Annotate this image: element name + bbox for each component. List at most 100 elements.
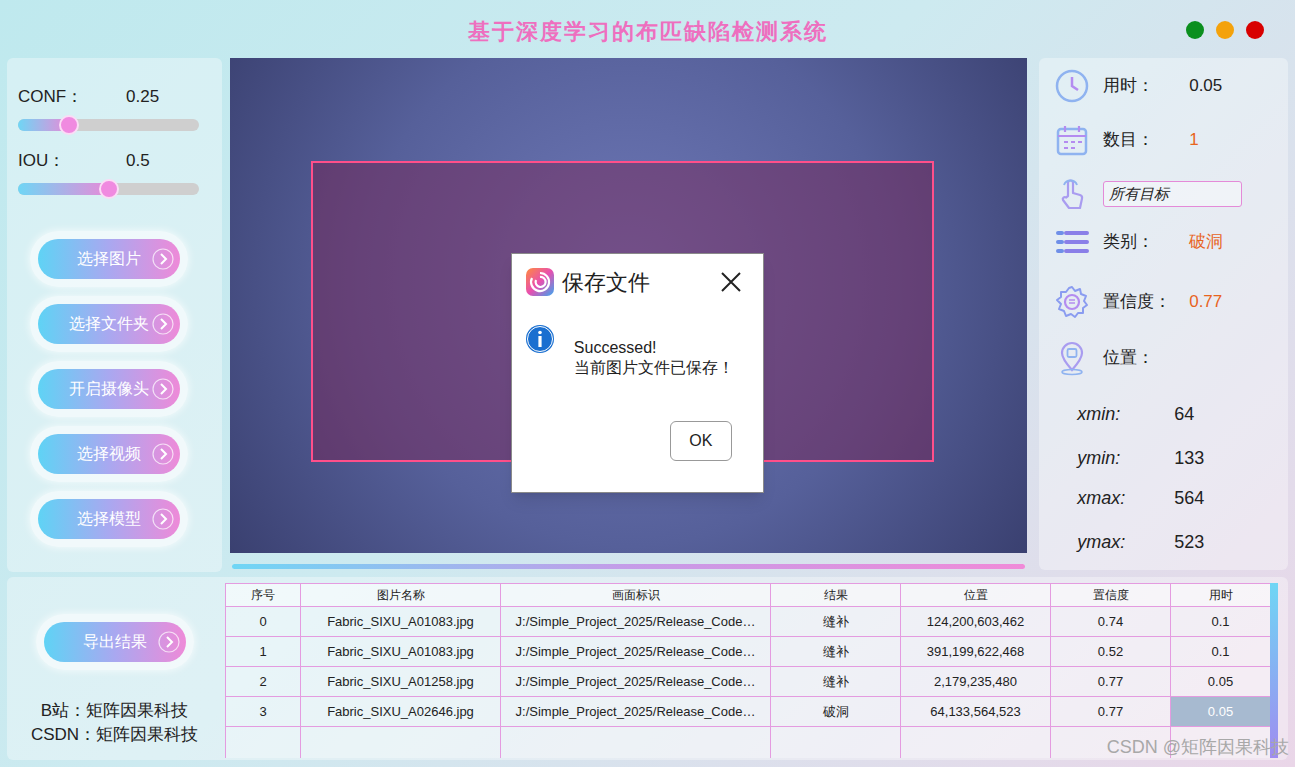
credit-csdn: CSDN：矩阵因果科技 [31, 723, 198, 747]
table-cell[interactable]: 0.52 [1051, 637, 1171, 667]
action-button[interactable]: 选择文件夹 [30, 296, 188, 352]
list-icon [1054, 224, 1090, 260]
count-label: 数目： [1103, 127, 1189, 153]
slider-group: IOU：0.5 [18, 149, 211, 195]
column-header[interactable]: 结果 [771, 584, 901, 607]
table-cell[interactable]: 3 [226, 697, 301, 727]
button-label: 选择视频 [66, 442, 152, 466]
table-cell[interactable]: 0.77 [1051, 697, 1171, 727]
result-panel: 用时： 0.05 数目： 1 所有目标 类别： 破洞 置信度： 0.77 位置：… [1039, 58, 1288, 570]
close-icon[interactable] [720, 271, 742, 293]
table-cell[interactable]: 缝补 [771, 607, 901, 637]
cell-text: 破洞 [823, 702, 849, 722]
progress-fill [232, 564, 1025, 569]
slider-label: IOU： [18, 148, 126, 174]
window-control-dot[interactable] [1186, 21, 1204, 39]
slider-track[interactable] [18, 119, 199, 131]
column-header[interactable]: 图片名称 [301, 584, 501, 607]
table-cell[interactable]: 1 [226, 637, 301, 667]
table-row[interactable]: 2 Fabric_SIXU_A01258.jpg J:/Simple_Project… [226, 667, 1270, 697]
table-cell[interactable]: 2,179,235,480 [901, 667, 1051, 697]
window-control-dot[interactable] [1216, 21, 1234, 39]
chevron-icon [152, 443, 174, 465]
gear-icon [1054, 284, 1090, 320]
coord-row: ymin:133 [1077, 438, 1288, 478]
cell-text: Fabric_SIXU_A01083.jpg [327, 642, 474, 662]
table-cell[interactable]: 64,133,564,523 [901, 697, 1051, 727]
table-cell[interactable]: 0.74 [1051, 607, 1171, 637]
cell-text: 缝补 [823, 672, 849, 692]
table-row[interactable]: 3 Fabric_SIXU_A02646.jpgJ:/Simple_Project… [226, 697, 1270, 727]
table-row[interactable]: 1 Fabric_SIXU_A01083.jpg J:/Simple_Project… [226, 637, 1270, 667]
coord-value: 564 [1174, 485, 1204, 512]
table-cell[interactable]: 缝补 [771, 667, 901, 697]
coord-row: ymax:523 [1077, 522, 1288, 562]
count-value: 1 [1189, 127, 1198, 153]
pointer-icon [1054, 176, 1090, 212]
action-button[interactable]: 选择图片 [30, 231, 188, 287]
table-cell[interactable]: 0.1 [1171, 607, 1271, 637]
table-cell[interactable]: 2 [226, 667, 301, 697]
scrollbar[interactable] [1270, 583, 1278, 758]
table-cell[interactable]: Fabric_SIXU_A01083.jpg [301, 607, 501, 637]
title-bar: 基于深度学习的布匹缺陷检测系统 [0, 0, 1295, 56]
table-row[interactable]: 0 Fabric_SIXU_A01083.jpg J:/Simple_Project… [226, 607, 1270, 637]
table-cell[interactable]: 0.05 [1171, 667, 1271, 697]
cell-text: 0.74 [1098, 612, 1123, 632]
table-cell[interactable]: 破洞 [771, 697, 901, 727]
table-cell[interactable]: J:/Simple_Project_2025/Release_Code… [501, 697, 771, 727]
column-header[interactable]: 画面标识 [501, 584, 771, 607]
cell-text: J:/Simple_Project_2025/Release_Code… [516, 612, 756, 632]
table-cell[interactable]: J:/Simple_Project_2025/Release_Code… [501, 667, 771, 697]
table-cell[interactable]: 0.05 [1171, 697, 1271, 727]
action-button[interactable]: 选择视频 [30, 426, 188, 482]
slider-thumb[interactable] [59, 115, 79, 135]
clock-icon [1054, 68, 1090, 104]
ok-button[interactable]: OK [670, 421, 732, 461]
cell-text: 391,199,622,468 [927, 642, 1025, 662]
app-title: 基于深度学习的布匹缺陷检测系统 [468, 9, 828, 48]
info-icon [525, 324, 555, 354]
target-select[interactable]: 所有目标 [1103, 181, 1242, 207]
cell-text: Fabric_SIXU_A01258.jpg [327, 672, 474, 692]
table-cell[interactable]: J:/Simple_Project_2025/Release_Code… [501, 607, 771, 637]
button-label: 选择图片 [66, 247, 152, 271]
slider-value: 0.5 [126, 148, 150, 174]
window-control-dot[interactable] [1246, 21, 1264, 39]
time-value: 0.05 [1189, 73, 1222, 99]
table-cell[interactable]: 0 [226, 607, 301, 637]
confidence-value: 0.77 [1189, 289, 1222, 315]
dialog-message: 当前图片文件已保存！ [574, 358, 734, 378]
column-header[interactable]: 置信度 [1051, 584, 1171, 607]
cell-text: 64,133,564,523 [930, 702, 1020, 722]
slider-thumb[interactable] [99, 179, 119, 199]
action-button[interactable]: 开启摄像头 [30, 361, 188, 417]
chevron-icon [158, 631, 180, 653]
cell-text: 3 [259, 702, 266, 722]
table-cell[interactable]: 391,199,622,468 [901, 637, 1051, 667]
button-label: 开启摄像头 [66, 377, 152, 401]
slider-label: CONF： [18, 84, 126, 110]
table-cell[interactable]: 0.77 [1051, 667, 1171, 697]
table-cell[interactable]: Fabric_SIXU_A02646.jpg [301, 697, 501, 727]
action-button[interactable]: 选择模型 [30, 491, 188, 547]
cell-text: J:/Simple_Project_2025/Release_Code… [516, 642, 756, 662]
button-label: 导出结果 [72, 630, 158, 654]
coord-row: xmin:64 [1077, 394, 1288, 434]
export-button[interactable]: 导出结果 [36, 614, 194, 670]
class-value: 破洞 [1189, 229, 1223, 255]
watermark: CSDN @矩阵因果科技 [1107, 734, 1289, 761]
table-cell[interactable]: J:/Simple_Project_2025/Release_Code… [501, 637, 771, 667]
coord-value: 523 [1174, 529, 1204, 556]
column-header[interactable]: 序号 [226, 584, 301, 607]
table-cell[interactable]: Fabric_SIXU_A01083.jpg [301, 637, 501, 667]
cell-text: 0 [259, 612, 266, 632]
table-cell[interactable]: 缝补 [771, 637, 901, 667]
table-cell[interactable]: 0.1 [1171, 637, 1271, 667]
column-header[interactable]: 位置 [901, 584, 1051, 607]
cell-text: 0.77 [1098, 672, 1123, 692]
column-header[interactable]: 用时 [1171, 584, 1271, 607]
table-cell[interactable]: Fabric_SIXU_A01258.jpg [301, 667, 501, 697]
slider-track[interactable] [18, 183, 199, 195]
table-cell[interactable]: 124,200,603,462 [901, 607, 1051, 637]
